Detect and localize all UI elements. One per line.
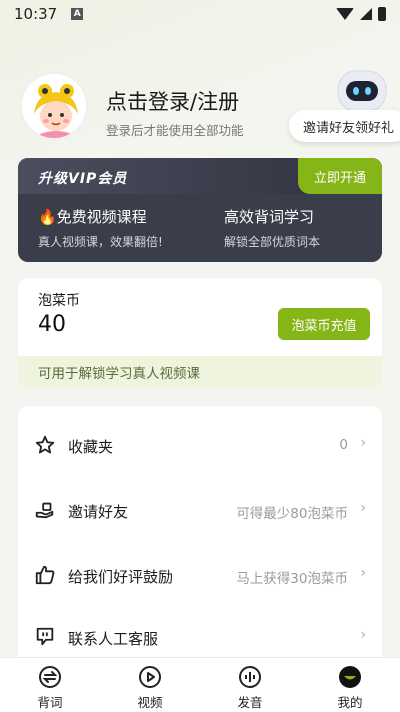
swap-icon (39, 666, 61, 688)
vip-activate-button[interactable]: 立即开通 (298, 158, 382, 194)
coin-usage-note: 可用于解锁学习真人视频课 (18, 356, 382, 388)
chevron-right-icon: › (360, 565, 366, 581)
tab-vocab[interactable]: 背词 (0, 658, 100, 712)
gift-hand-icon (35, 502, 54, 519)
chat-icon (36, 627, 54, 646)
status-time: 10:37 (14, 5, 58, 23)
vip-feature-subtitle: 真人视频课，效果翻倍! (38, 235, 163, 249)
tab-label: 背词 (37, 695, 63, 710)
menu-item-value: 可得最少80泡菜币 (236, 506, 348, 522)
tab-me[interactable]: 我的 (300, 658, 400, 712)
chevron-right-icon: › (360, 500, 366, 516)
vip-feature-subtitle: 解锁全部优质词本 (224, 235, 321, 249)
invite-friends-pill[interactable]: 邀请好友领好礼 (289, 110, 400, 142)
battery-icon (378, 7, 386, 21)
menu-item-label: 给我们好评鼓励 (68, 568, 174, 586)
tab-label: 发音 (237, 695, 263, 710)
thumbs-up-icon (35, 565, 55, 585)
menu-item-rate-us[interactable]: 给我们好评鼓励 马上获得30泡菜币 › (18, 550, 382, 600)
smile-icon (339, 666, 361, 688)
coin-balance: 40 (38, 312, 66, 337)
vip-title: 升级VIP会员 (38, 171, 128, 187)
login-title[interactable]: 点击登录/注册 (106, 86, 239, 116)
login-subtitle: 登录后才能使用全部功能 (106, 123, 244, 138)
menu-item-favorites[interactable]: 收藏夹 0 › (18, 420, 382, 470)
chevron-right-icon: › (360, 627, 366, 643)
notification-icon: A (71, 8, 84, 20)
vip-feature-vocab: 高效背词学习 解锁全部优质词本 (224, 206, 320, 250)
play-icon (139, 666, 161, 688)
menu-item-invite[interactable]: 邀请好友 可得最少80泡菜币 › (18, 485, 382, 535)
tab-pronunciation[interactable]: 发音 (200, 658, 300, 712)
menu-item-label: 邀请好友 (68, 503, 129, 521)
menu-item-value: 马上获得30泡菜币 (236, 571, 348, 587)
menu-item-label: 收藏夹 (68, 438, 114, 456)
status-bar: 10:37 A (0, 0, 400, 28)
menu-item-value: 0 (339, 437, 348, 453)
avatar[interactable] (20, 72, 88, 140)
coin-recharge-button[interactable]: 泡菜币充值 (278, 308, 370, 340)
chevron-right-icon: › (360, 435, 366, 451)
menu-item-customer-service[interactable]: 联系人工客服 › (18, 612, 382, 662)
vip-card[interactable]: 升级VIP会员 立即开通 🔥免费视频课程 真人视频课，效果翻倍! 高效背词学习 … (18, 158, 382, 262)
coin-card: 泡菜币 40 泡菜币充值 可用于解锁学习真人视频课 (18, 278, 382, 388)
menu-item-label: 联系人工客服 (68, 630, 159, 648)
signal-icon (360, 8, 372, 20)
vip-feature-title: 高效背词学习 (224, 208, 315, 226)
wifi-icon (336, 8, 354, 20)
coin-label: 泡菜币 (38, 293, 80, 309)
star-icon (35, 435, 55, 454)
tab-video[interactable]: 视频 (100, 658, 200, 712)
settings-menu: 收藏夹 0 › 邀请好友 可得最少80泡菜币 › 给我们好评鼓励 马上获得30泡… (18, 406, 382, 666)
tab-label: 视频 (137, 695, 163, 710)
vip-feature-video: 🔥免费视频课程 真人视频课，效果翻倍! (38, 206, 163, 250)
bottom-tab-bar: 背词 视频 发音 我的 (0, 657, 400, 712)
audio-icon (239, 666, 261, 688)
vip-feature-title: 🔥免费视频课程 (38, 208, 147, 226)
avatar-frog-girl-icon (23, 75, 86, 138)
tab-label: 我的 (337, 695, 363, 710)
